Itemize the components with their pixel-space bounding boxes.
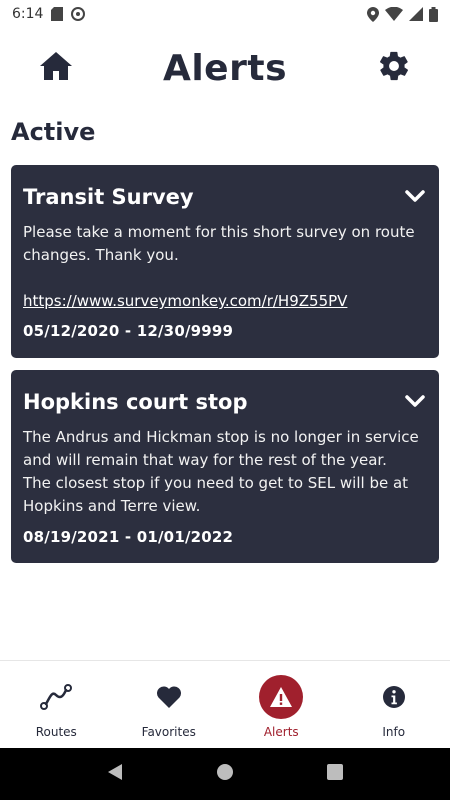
alert-date-range: 08/19/2021 - 01/01/2022 (23, 528, 234, 546)
tab-label: Info (382, 725, 406, 739)
app-header: Alerts (0, 40, 450, 96)
expand-button[interactable] (403, 185, 427, 209)
battery-icon (429, 6, 438, 22)
route-icon (34, 675, 78, 719)
recents-square-icon (327, 764, 343, 784)
signal-icon (409, 7, 423, 21)
alert-link[interactable]: https://www.surveymonkey.com/r/H9Z55PV (23, 290, 427, 312)
gear-icon (377, 49, 411, 87)
alert-title: Transit Survey (23, 185, 194, 209)
home-button[interactable] (38, 50, 74, 86)
wifi-icon (385, 7, 403, 21)
home-nav-button[interactable] (209, 758, 241, 790)
alert-card[interactable]: Hopkins court stop The Andrus and Hickma… (11, 370, 439, 563)
tab-alerts[interactable]: Alerts (225, 661, 338, 748)
location-icon (367, 6, 379, 22)
alert-body: The Andrus and Hickman stop is no longer… (23, 428, 419, 515)
tab-routes[interactable]: Routes (0, 661, 113, 748)
settings-button[interactable] (376, 50, 412, 86)
status-bar: 6:14 (0, 0, 450, 28)
recents-button[interactable] (319, 758, 351, 790)
page-title: Alerts (162, 47, 287, 89)
tab-label: Routes (35, 725, 77, 739)
sd-card-icon (51, 7, 64, 21)
tab-label: Favorites (141, 725, 196, 739)
expand-button[interactable] (403, 390, 427, 414)
status-time: 6:14 (12, 6, 44, 22)
bottom-tab-bar: Routes Favorites Alerts Info (0, 660, 450, 748)
tab-favorites[interactable]: Favorites (113, 661, 226, 748)
section-title: Active (11, 118, 96, 146)
alert-date-range: 05/12/2020 - 12/30/9999 (23, 322, 234, 340)
alert-icon (259, 675, 304, 719)
alert-body: Please take a moment for this short surv… (23, 223, 415, 264)
back-triangle-icon (107, 763, 123, 785)
system-nav-bar (0, 748, 450, 800)
chevron-down-icon (405, 188, 425, 207)
heart-icon (147, 675, 191, 719)
home-icon (39, 51, 73, 85)
tab-info[interactable]: Info (338, 661, 450, 748)
at-sign-icon (71, 7, 86, 21)
back-button[interactable] (99, 758, 131, 790)
tab-label: Alerts (263, 725, 299, 739)
chevron-down-icon (405, 393, 425, 412)
home-circle-icon (216, 763, 234, 785)
alert-title: Hopkins court stop (23, 390, 248, 414)
alert-card[interactable]: Transit Survey Please take a moment for … (11, 165, 439, 358)
info-icon (372, 675, 416, 719)
